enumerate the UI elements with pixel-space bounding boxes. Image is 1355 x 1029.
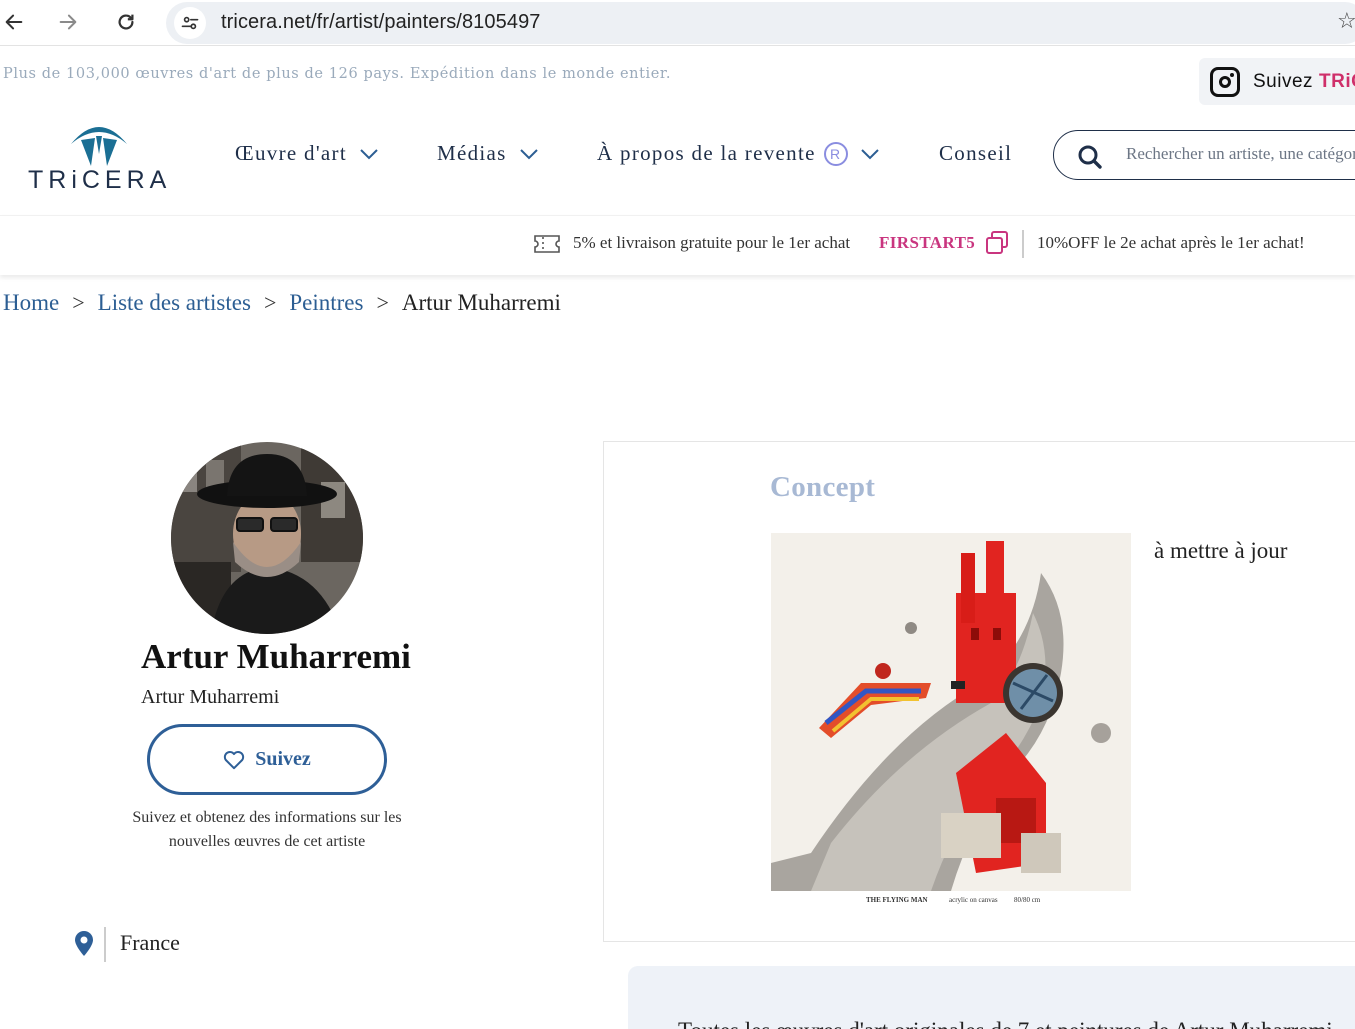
promo-second-purchase-text: 10%OFF le 2e achat après le 1er achat!: [1037, 233, 1305, 252]
breadcrumb-current: Artur Muharremi: [401, 290, 561, 315]
artist-name: Artur Muharremi: [141, 637, 411, 676]
artwork-caption-size: 80/80 cm: [1014, 896, 1041, 904]
artwork-caption-medium: acrylic on canvas: [949, 896, 998, 904]
breadcrumb-painters[interactable]: Peintres: [289, 290, 363, 316]
heart-icon: [224, 750, 245, 769]
logo-mark-icon: [71, 127, 127, 166]
instagram-brand-label: TRiC: [1319, 71, 1355, 92]
concept-text: à mettre à jour: [1154, 538, 1288, 563]
artist-location: France: [120, 930, 180, 955]
artist-subname: Artur Muharremi: [141, 686, 280, 708]
nav-artwork[interactable]: Œuvre d'art: [235, 141, 379, 166]
breadcrumb-home[interactable]: Home: [3, 290, 59, 316]
instagram-icon: [1210, 67, 1240, 97]
back-icon[interactable]: [0, 8, 28, 36]
concept-title: Concept: [770, 471, 876, 503]
site-settings-icon[interactable]: [174, 7, 206, 39]
concept-artwork-image[interactable]: THE FLYING MAN acrylic on canvas 80/80 c…: [771, 533, 1131, 910]
shipping-notice: Plus de 103,000 œuvres d'art de plus de …: [3, 66, 672, 82]
browser-toolbar: tricera.net/fr/artist/painters/8105497 ☆: [0, 0, 1355, 46]
breadcrumb-separator: >: [263, 290, 277, 315]
location-pin-icon: [75, 931, 93, 956]
chevron-down-icon: [360, 148, 378, 159]
artwork-caption-title: THE FLYING MAN: [866, 896, 928, 904]
instagram-follow-label: Suivez: [1253, 71, 1314, 92]
chevron-down-icon: [860, 148, 879, 159]
search-input[interactable]: [1126, 144, 1355, 164]
breadcrumb: Home > Liste des artistes > Peintres > A…: [3, 290, 561, 316]
forward-icon[interactable]: [54, 8, 82, 36]
follow-artist-button[interactable]: Suivez: [147, 724, 387, 795]
copy-icon[interactable]: [984, 230, 1010, 256]
promo-bar: 5% et livraison gratuite pour le 1er ach…: [0, 215, 1355, 275]
breadcrumb-separator: >: [72, 290, 85, 315]
follow-button-label: Suivez: [255, 748, 311, 770]
nav-media[interactable]: Médias: [437, 141, 539, 166]
nav-advice-label: Conseil: [939, 141, 1013, 165]
url-text[interactable]: tricera.net/fr/artist/painters/8105497: [221, 11, 541, 34]
promo-divider: [1022, 230, 1024, 258]
ticket-icon: [534, 235, 560, 253]
reload-icon[interactable]: [112, 8, 140, 36]
nav-advice[interactable]: Conseil: [939, 141, 1012, 166]
nav-artwork-label: Œuvre d'art: [235, 141, 347, 165]
search-icon[interactable]: [1077, 144, 1103, 170]
nav-media-label: Médias: [437, 141, 507, 165]
breadcrumb-separator: >: [376, 290, 389, 315]
promo-code[interactable]: FIRSTART5: [879, 233, 975, 253]
resale-badge-icon: R: [823, 141, 848, 166]
promo-first-purchase-text: 5% et livraison gratuite pour le 1er ach…: [573, 233, 851, 252]
artworks-info-panel: Toutes les œuvres d'art originales de 7 …: [628, 966, 1355, 1029]
logo-text: TRiCERA: [28, 166, 172, 194]
artwork-caption: THE FLYING MAN acrylic on canvas 80/80 c…: [771, 891, 1131, 910]
nav-resale[interactable]: À propos de la revente R: [597, 141, 880, 166]
follow-description: Suivez et obtenez des informations sur l…: [132, 809, 402, 850]
nav-resale-label: À propos de la revente: [597, 141, 816, 165]
instagram-follow-button[interactable]: Suivez TRiC: [1199, 58, 1355, 105]
artwork-painting: [771, 533, 1131, 891]
artist-avatar: [171, 442, 363, 634]
artworks-info-text: Toutes les œuvres d'art originales de 7 …: [678, 1018, 1333, 1029]
search-box[interactable]: [1053, 130, 1355, 180]
breadcrumb-artists[interactable]: Liste des artistes: [98, 290, 251, 316]
address-bar[interactable]: tricera.net/fr/artist/painters/8105497: [166, 2, 1355, 44]
bookmark-star-icon[interactable]: ☆: [1337, 9, 1355, 34]
location-divider: [104, 927, 106, 962]
chevron-down-icon: [519, 148, 538, 159]
